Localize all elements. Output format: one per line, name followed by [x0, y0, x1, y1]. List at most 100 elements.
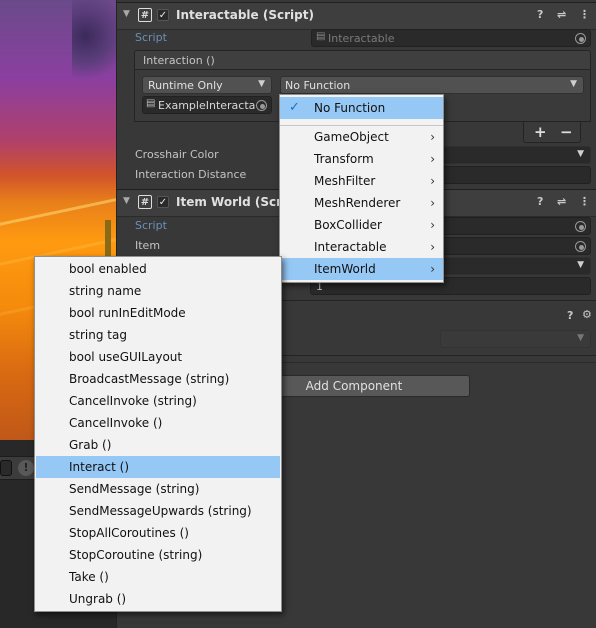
- menu-item-label: GameObject: [314, 130, 389, 144]
- submenu-item[interactable]: bool enabled: [36, 258, 280, 280]
- script-icon: #: [138, 8, 152, 22]
- submenu-item[interactable]: SendMessageUpwards (string): [36, 500, 280, 522]
- chevron-right-icon: ›: [430, 174, 435, 188]
- event-header: Interaction (): [134, 50, 591, 70]
- list-add-remove: + −: [523, 121, 581, 143]
- submenu-item[interactable]: Ungrab (): [36, 588, 280, 610]
- chevron-down-icon: ▼: [577, 260, 584, 270]
- itemworld-enabled-checkbox[interactable]: ✓: [157, 196, 169, 208]
- submenu-item-label: string name: [69, 284, 142, 298]
- menu-item-meshrenderer[interactable]: MeshRenderer ›: [280, 192, 443, 214]
- itemworld-script-field[interactable]: [440, 217, 591, 235]
- function-value: No Function: [285, 79, 351, 92]
- menu-item-interactable[interactable]: Interactable ›: [280, 236, 443, 258]
- menu-item-no-function[interactable]: ✓ No Function: [280, 97, 443, 119]
- submenu-item[interactable]: CancelInvoke (): [36, 412, 280, 434]
- presets-icon[interactable]: ⇌: [557, 195, 566, 208]
- submenu-item[interactable]: string name: [36, 280, 280, 302]
- submenu-item[interactable]: StopCoroutine (string): [36, 544, 280, 566]
- chevron-right-icon: ›: [430, 240, 435, 254]
- itemworld-script-label: Script: [135, 219, 167, 232]
- scene-light-streak: [0, 195, 116, 228]
- chevron-right-icon: ›: [430, 130, 435, 144]
- method-submenu: bool enabled string name bool runInEditMod…: [34, 256, 282, 612]
- menu-item-label: BoxCollider: [314, 218, 382, 232]
- submenu-item-label: SendMessageUpwards (string): [69, 504, 252, 518]
- submenu-item[interactable]: BroadcastMessage (string): [36, 368, 280, 390]
- submenu-item-label: CancelInvoke (string): [69, 394, 197, 408]
- target-object-value: ExampleInteracta: [158, 99, 256, 112]
- interaction-distance-label: Interaction Distance: [135, 168, 247, 181]
- function-menu: ✓ No Function GameObject › Transform › MeshF…: [279, 94, 444, 283]
- chevron-down-icon: ▼: [258, 79, 265, 89]
- more-options-icon[interactable]: ⋮: [579, 195, 590, 208]
- event-header-label: Interaction (): [143, 54, 215, 67]
- presets-icon[interactable]: ⇌: [557, 8, 566, 21]
- settings-icon[interactable]: ⚙: [582, 308, 592, 321]
- submenu-item-label: Grab (): [69, 438, 112, 452]
- add-listener-button[interactable]: +: [534, 123, 547, 141]
- help-icon[interactable]: ?: [537, 8, 543, 21]
- foldout-arrow-icon[interactable]: ▼: [123, 9, 130, 19]
- object-picker-icon[interactable]: [575, 241, 586, 252]
- submenu-item[interactable]: Take (): [36, 566, 280, 588]
- checkmark-icon: ✓: [289, 100, 300, 115]
- submenu-item[interactable]: StopAllCoroutines (): [36, 522, 280, 544]
- interactable-enabled-checkbox[interactable]: ✓: [157, 9, 169, 21]
- object-picker-icon[interactable]: [575, 221, 586, 232]
- itemworld-component-title: Item World (Scri: [176, 195, 287, 209]
- help-icon[interactable]: ?: [537, 195, 543, 208]
- menu-item-itemworld[interactable]: ItemWorld ›: [280, 258, 443, 280]
- function-dropdown[interactable]: No Function ▼: [280, 76, 584, 94]
- warning-icon[interactable]: !: [18, 460, 34, 476]
- script-file-icon: ▤: [146, 98, 156, 109]
- chevron-right-icon: ›: [430, 218, 435, 232]
- menu-item-label: MeshRenderer: [314, 196, 401, 210]
- script-label: Script: [135, 31, 167, 44]
- target-object-field[interactable]: ▤ ExampleInteracta: [142, 96, 272, 114]
- item-type-dropdown[interactable]: ▼: [440, 257, 591, 275]
- submenu-item[interactable]: SendMessage (string): [36, 478, 280, 500]
- menu-item-label: ItemWorld: [314, 262, 376, 276]
- chevron-right-icon: ›: [430, 152, 435, 166]
- menu-item-label: Transform: [314, 152, 374, 166]
- submenu-item[interactable]: Interact (): [36, 456, 280, 478]
- submenu-item-label: bool useGUILayout: [69, 350, 183, 364]
- script-field-value: Interactable: [328, 32, 395, 45]
- submenu-item[interactable]: Grab (): [36, 434, 280, 456]
- interaction-distance-field[interactable]: [440, 166, 591, 184]
- item-field[interactable]: [440, 237, 591, 255]
- chevron-down-icon: ▼: [570, 79, 577, 89]
- submenu-item[interactable]: CancelInvoke (string): [36, 390, 280, 412]
- menu-item-label: MeshFilter: [314, 174, 376, 188]
- runtime-mode-dropdown[interactable]: Runtime Only ▼: [142, 76, 272, 94]
- submenu-item-label: BroadcastMessage (string): [69, 372, 230, 386]
- chevron-down-icon: ▼: [577, 149, 584, 159]
- submenu-item[interactable]: bool useGUILayout: [36, 346, 280, 368]
- menu-item-meshfilter[interactable]: MeshFilter ›: [280, 170, 443, 192]
- script-file-icon: ▤: [316, 31, 326, 42]
- menu-item-gameobject[interactable]: GameObject ›: [280, 126, 443, 148]
- object-picker-icon[interactable]: [575, 33, 586, 44]
- script-field[interactable]: ▤ Interactable: [311, 29, 591, 47]
- submenu-item-label: Interact (): [69, 460, 129, 474]
- script-icon: #: [138, 195, 152, 209]
- third-component-dropdown[interactable]: ▼: [440, 330, 591, 348]
- submenu-item-label: Ungrab (): [69, 592, 127, 606]
- console-search-input[interactable]: [0, 460, 12, 476]
- object-picker-icon[interactable]: [256, 100, 267, 111]
- foldout-arrow-icon[interactable]: ▼: [123, 196, 130, 206]
- crosshair-color-field[interactable]: ▼: [440, 146, 591, 164]
- more-options-icon[interactable]: ⋮: [579, 8, 590, 21]
- menu-item-transform[interactable]: Transform ›: [280, 148, 443, 170]
- menu-item-boxcollider[interactable]: BoxCollider ›: [280, 214, 443, 236]
- submenu-item-label: StopAllCoroutines (): [69, 526, 189, 540]
- menu-item-label: Interactable: [314, 240, 387, 254]
- item-label: Item: [135, 239, 161, 252]
- submenu-item[interactable]: string tag: [36, 324, 280, 346]
- remove-listener-button[interactable]: −: [560, 123, 573, 141]
- chevron-down-icon: ▼: [577, 333, 584, 343]
- help-icon[interactable]: ?: [567, 309, 573, 322]
- interactable-component-title: Interactable (Script): [176, 8, 314, 22]
- submenu-item[interactable]: bool runInEditMode: [36, 302, 280, 324]
